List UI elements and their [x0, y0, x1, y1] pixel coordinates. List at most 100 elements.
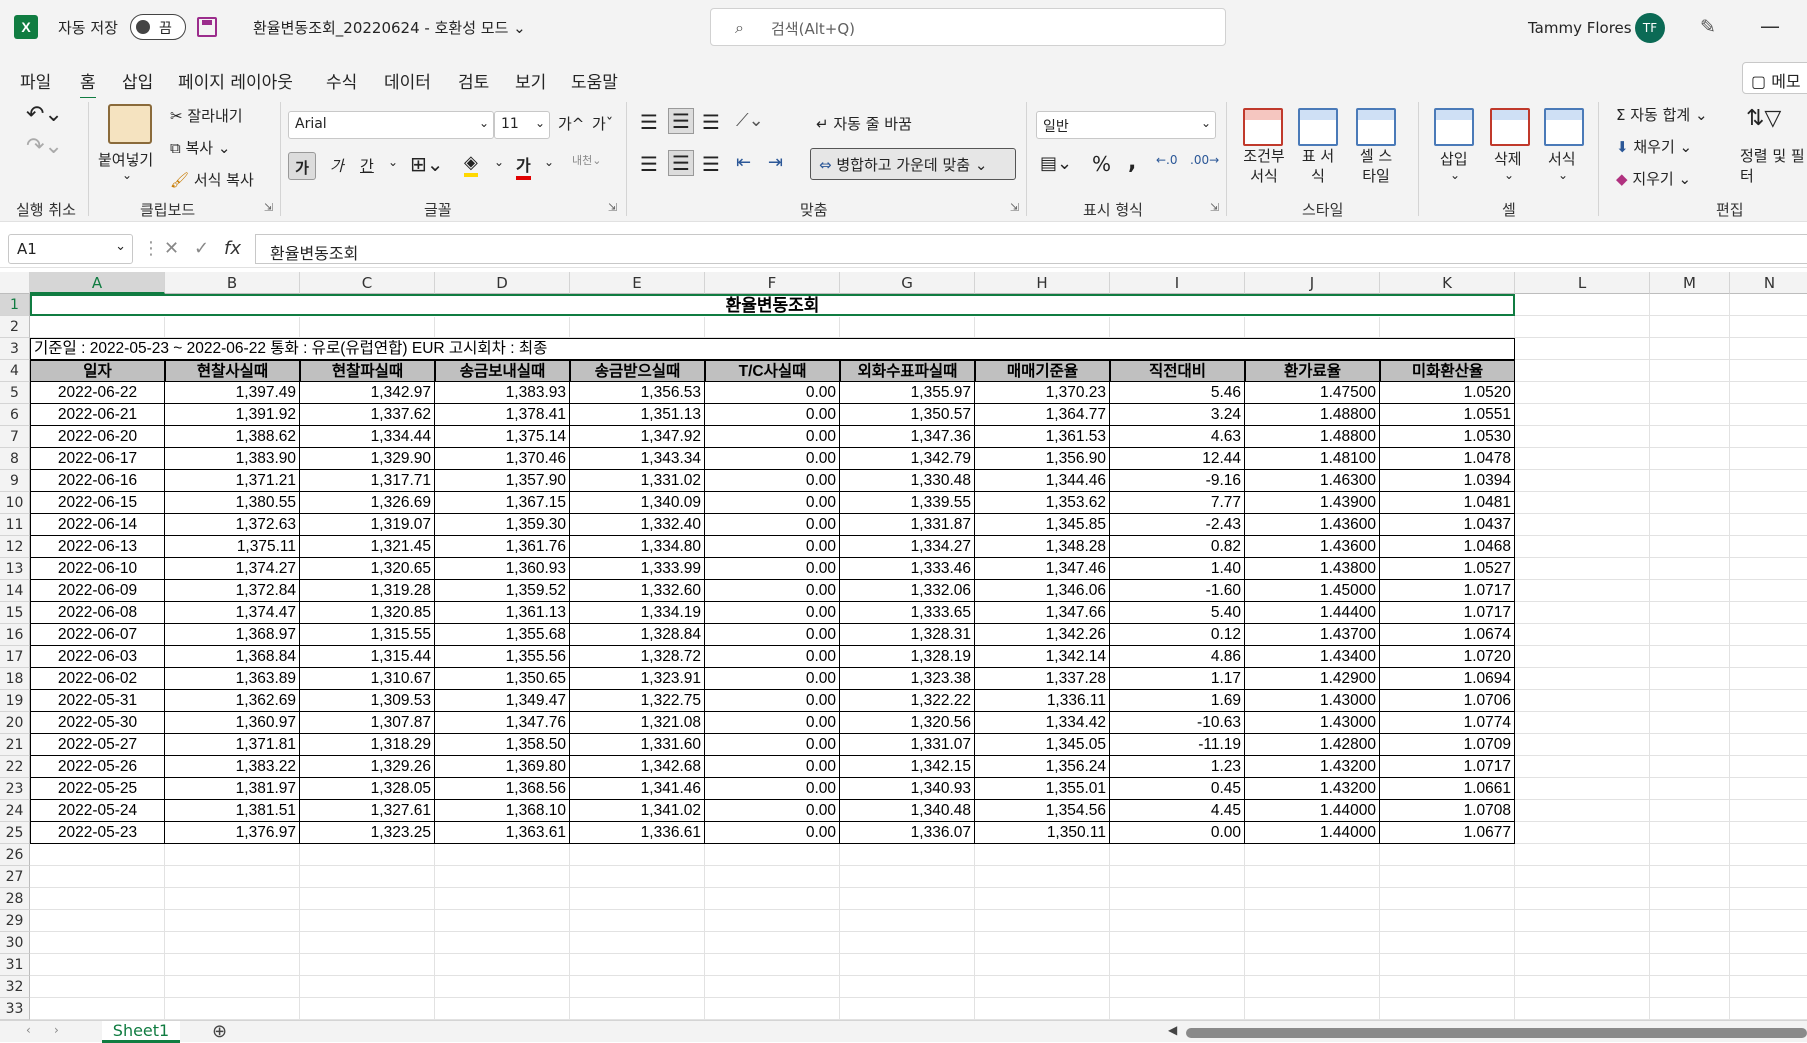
table-cell[interactable]: 1,347.36 [840, 426, 975, 448]
table-cell[interactable]: 1,355.68 [435, 624, 570, 646]
table-cell[interactable]: 1,356.53 [570, 382, 705, 404]
table-cell[interactable]: 0.00 [705, 404, 840, 426]
row-header[interactable]: 11 [0, 514, 30, 536]
table-cell[interactable]: 1.0478 [1380, 448, 1515, 470]
scroll-right-icon[interactable]: › [54, 1023, 59, 1037]
table-cell[interactable]: 1,370.46 [435, 448, 570, 470]
tab-page-layout[interactable]: 페이지 레이아웃 [178, 68, 293, 93]
table-cell[interactable]: 1,317.71 [300, 470, 435, 492]
cell-styles-icon[interactable] [1356, 108, 1396, 146]
column-header-b[interactable]: B [165, 272, 300, 294]
table-cell[interactable]: 2022-05-31 [30, 690, 165, 712]
table-cell[interactable]: 0.00 [705, 580, 840, 602]
table-cell[interactable]: 1.48800 [1245, 404, 1380, 426]
row-header[interactable]: 12 [0, 536, 30, 558]
table-cell[interactable]: 1.0694 [1380, 668, 1515, 690]
table-cell[interactable]: 1,368.84 [165, 646, 300, 668]
row-header[interactable]: 19 [0, 690, 30, 712]
shrink-font-button[interactable]: 가ˇ [592, 113, 613, 134]
table-cell[interactable]: 1.0394 [1380, 470, 1515, 492]
font-color-icon[interactable]: 가 [516, 152, 531, 180]
table-cell[interactable]: 2022-06-03 [30, 646, 165, 668]
table-cell[interactable]: 1,383.93 [435, 382, 570, 404]
table-cell[interactable]: 2022-05-23 [30, 822, 165, 844]
cut-button[interactable]: ✂ 잘라내기 [170, 105, 243, 126]
column-header-m[interactable]: M [1650, 272, 1730, 294]
table-cell[interactable]: 1,320.65 [300, 558, 435, 580]
format-table-button[interactable]: 표 서식 [1296, 146, 1340, 186]
table-cell[interactable]: 1,334.27 [840, 536, 975, 558]
row-header[interactable]: 32 [0, 976, 30, 998]
table-cell[interactable]: 1,376.97 [165, 822, 300, 844]
table-cell[interactable]: 1.47500 [1245, 382, 1380, 404]
table-cell[interactable]: 1,359.52 [435, 580, 570, 602]
table-cell[interactable]: 1,363.89 [165, 668, 300, 690]
name-box[interactable]: A1 ⌄ [8, 234, 133, 264]
table-cell[interactable]: 1,329.90 [300, 448, 435, 470]
table-cell[interactable]: 0.00 [705, 822, 840, 844]
table-cell[interactable]: 1,357.90 [435, 470, 570, 492]
table-cell[interactable]: 1.48100 [1245, 448, 1380, 470]
column-header-k[interactable]: K [1380, 272, 1515, 294]
table-cell[interactable]: 1.42800 [1245, 734, 1380, 756]
enter-icon[interactable]: ✓ [194, 238, 209, 259]
decrease-decimal-icon[interactable]: .00→ [1190, 153, 1219, 167]
table-cell[interactable]: 1,331.60 [570, 734, 705, 756]
row-header[interactable]: 18 [0, 668, 30, 690]
table-cell[interactable]: 1,334.19 [570, 602, 705, 624]
row-header[interactable]: 24 [0, 800, 30, 822]
chevron-down-icon[interactable]: ⌄ [1558, 168, 1568, 182]
table-cell[interactable]: 1,342.97 [300, 382, 435, 404]
table-cell[interactable]: 1,319.28 [300, 580, 435, 602]
column-header-h[interactable]: H [975, 272, 1110, 294]
table-cell[interactable]: 1,323.91 [570, 668, 705, 690]
table-cell[interactable]: 1.0677 [1380, 822, 1515, 844]
row-header[interactable]: 4 [0, 360, 30, 382]
tab-home[interactable]: 홈 [80, 68, 96, 100]
table-cell[interactable]: 1,370.23 [975, 382, 1110, 404]
dialog-launcher-icon[interactable]: ⇲ [264, 201, 273, 214]
format-cells-button[interactable]: 서식 [1548, 148, 1576, 169]
table-cell[interactable]: 1.44400 [1245, 602, 1380, 624]
table-cell[interactable]: 1,355.56 [435, 646, 570, 668]
table-cell[interactable]: 1,355.97 [840, 382, 975, 404]
table-cell[interactable]: 1.43200 [1245, 756, 1380, 778]
table-cell[interactable]: 1,361.13 [435, 602, 570, 624]
table-cell[interactable]: 1,331.07 [840, 734, 975, 756]
table-header-cell[interactable]: T/C사실때 [705, 360, 840, 382]
table-cell[interactable]: 1,369.80 [435, 756, 570, 778]
table-cell[interactable]: 4.45 [1110, 800, 1245, 822]
autosave-toggle[interactable]: 끔 [130, 14, 186, 40]
increase-indent-icon[interactable]: ⇥ [768, 152, 783, 173]
table-header-cell[interactable]: 환가료율 [1245, 360, 1380, 382]
table-cell[interactable]: 2022-05-27 [30, 734, 165, 756]
table-cell[interactable]: 1.0674 [1380, 624, 1515, 646]
row-header[interactable]: 23 [0, 778, 30, 800]
table-cell[interactable]: 1.43200 [1245, 778, 1380, 800]
table-cell[interactable]: 1,347.92 [570, 426, 705, 448]
column-header-c[interactable]: C [300, 272, 435, 294]
table-header-cell[interactable]: 송금보내실때 [435, 360, 570, 382]
autosum-button[interactable]: Σ 자동 합계 ⌄ [1616, 104, 1708, 125]
row-header[interactable]: 3 [0, 338, 30, 360]
table-cell[interactable]: -1.60 [1110, 580, 1245, 602]
table-header-cell[interactable]: 매매기준율 [975, 360, 1110, 382]
font-size-select[interactable]: 11 ⌄ [494, 111, 550, 139]
table-cell[interactable]: 0.00 [705, 536, 840, 558]
table-cell[interactable]: 1,381.97 [165, 778, 300, 800]
table-cell[interactable]: 1.23 [1110, 756, 1245, 778]
align-center-icon[interactable]: ☰ [668, 150, 694, 176]
table-cell[interactable]: 5.46 [1110, 382, 1245, 404]
table-cell[interactable]: 1,360.93 [435, 558, 570, 580]
table-cell[interactable]: 1.69 [1110, 690, 1245, 712]
column-header-n[interactable]: N [1730, 272, 1807, 294]
table-cell[interactable]: 12.44 [1110, 448, 1245, 470]
table-cell[interactable]: 1,340.48 [840, 800, 975, 822]
row-header[interactable]: 5 [0, 382, 30, 404]
paste-button[interactable]: 붙여넣기 [98, 149, 153, 170]
table-cell[interactable]: 1,328.84 [570, 624, 705, 646]
table-cell[interactable]: 1,340.09 [570, 492, 705, 514]
table-cell[interactable]: 1,355.01 [975, 778, 1110, 800]
fill-button[interactable]: ⬇ 채우기 ⌄ [1616, 136, 1692, 157]
table-cell[interactable]: 0.00 [705, 734, 840, 756]
